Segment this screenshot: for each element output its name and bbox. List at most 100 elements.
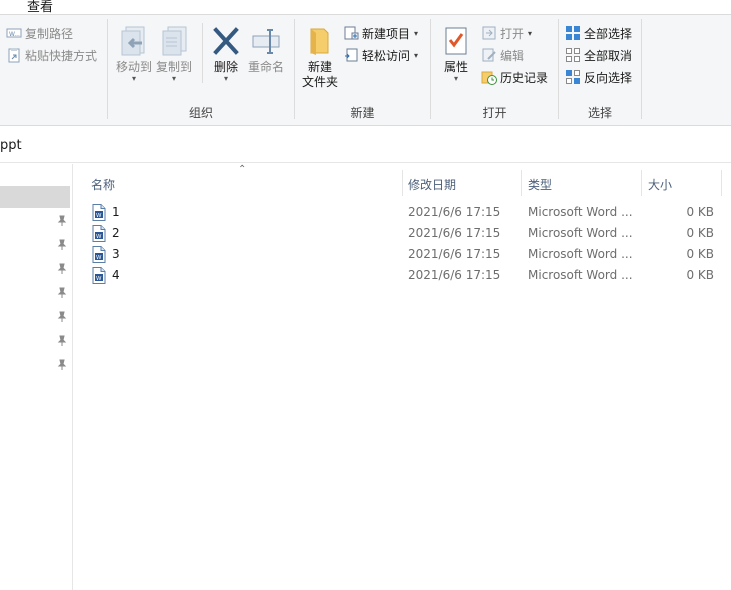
history-button[interactable]: 历史记录	[481, 67, 548, 87]
rename-icon	[250, 25, 282, 57]
select-none-label: 全部取消	[584, 48, 633, 63]
delete-button[interactable]: 删除 ▾	[206, 25, 246, 83]
easy-access-button[interactable]: 轻松访问 ▾	[343, 45, 418, 65]
open-button[interactable]: 打开 ▾	[481, 23, 532, 43]
select-none-icon	[565, 47, 581, 63]
column-divider[interactable]	[402, 170, 403, 196]
invert-selection-label: 反向选择	[584, 70, 633, 85]
column-header-name[interactable]: 名称	[91, 165, 399, 199]
pin-icon[interactable]	[56, 335, 68, 347]
edit-icon	[481, 47, 497, 63]
address-bar[interactable]: ppt	[0, 127, 731, 163]
organize-group-label: 组织	[188, 106, 213, 120]
new-item-button[interactable]: 新建项目 ▾	[343, 23, 418, 43]
svg-text:W: W	[96, 255, 102, 261]
column-header-type[interactable]: 类型	[528, 165, 640, 199]
select-all-button[interactable]: 全部选择	[565, 23, 632, 43]
file-row[interactable]: W 2 2021/6/6 17:15 Microsoft Word ... 0 …	[88, 223, 728, 244]
paste-shortcut-icon	[6, 47, 22, 63]
pin-icon[interactable]	[56, 311, 68, 323]
pin-icon[interactable]	[56, 263, 68, 275]
pin-icon[interactable]	[56, 215, 68, 227]
word-document-icon: W	[92, 225, 106, 242]
easy-access-icon	[343, 47, 359, 63]
organize-group: 移动到 ▾ 复制到 ▾ 删除 ▾ 重命名 组织	[108, 15, 294, 125]
pin-icon[interactable]	[56, 287, 68, 299]
copy-to-icon	[158, 25, 190, 57]
new-group: 新建 文件夹 新建项目 ▾ 轻松访问 ▾ 新建	[295, 15, 430, 125]
easy-access-label: 轻松访问	[362, 48, 411, 63]
select-all-icon	[565, 25, 581, 41]
delete-label: 删除	[213, 60, 238, 74]
nav-selected-item[interactable]	[0, 186, 70, 208]
rename-button[interactable]: 重命名	[246, 25, 286, 75]
file-size: 0 KB	[686, 205, 714, 219]
new-folder-label-line2: 文件夹	[301, 75, 338, 89]
properties-checklist-icon	[440, 25, 472, 57]
chevron-down-icon: ▾	[453, 74, 458, 83]
move-to-button[interactable]: 移动到 ▾	[112, 25, 156, 83]
file-date: 2021/6/6 17:15	[408, 268, 501, 282]
pin-icon[interactable]	[56, 239, 68, 251]
paste-shortcut-label: 粘贴快捷方式	[25, 48, 98, 63]
file-size: 0 KB	[686, 247, 714, 261]
paste-shortcut-button[interactable]: 粘贴快捷方式	[6, 45, 97, 65]
clipboard-group: W... 复制路径 粘贴快捷方式	[0, 15, 108, 125]
pin-icon[interactable]	[56, 359, 68, 371]
column-header-size[interactable]: 大小	[648, 165, 720, 199]
copy-to-label: 复制到	[155, 60, 192, 74]
chevron-down-icon: ▾	[171, 74, 176, 83]
file-date: 2021/6/6 17:15	[408, 247, 501, 261]
column-divider[interactable]	[641, 170, 642, 196]
tab-view[interactable]: 查看	[27, 0, 53, 15]
ribbon-separator	[641, 19, 642, 119]
file-row[interactable]: W 4 2021/6/6 17:15 Microsoft Word ... 0 …	[88, 265, 728, 286]
properties-label: 属性	[443, 60, 468, 74]
chevron-down-icon: ▾	[414, 50, 419, 60]
delete-x-icon	[210, 25, 242, 57]
edit-label: 编辑	[500, 48, 525, 63]
chevron-down-icon: ▾	[414, 28, 419, 38]
invert-selection-button[interactable]: 反向选择	[565, 67, 632, 87]
chevron-down-icon: ▾	[223, 74, 228, 83]
column-divider[interactable]	[721, 170, 722, 196]
navigation-pane	[0, 164, 73, 590]
svg-text:W: W	[96, 234, 102, 240]
ribbon-separator	[202, 23, 203, 83]
file-row[interactable]: W 1 2021/6/6 17:15 Microsoft Word ... 0 …	[88, 202, 728, 223]
open-group: 属性 ▾ 打开 ▾ 编辑 历史记录 打开	[431, 15, 558, 125]
select-group: 全部选择 全部取消 反向选择 选择	[559, 15, 641, 125]
new-folder-label-line1: 新建	[307, 60, 332, 74]
history-label: 历史记录	[500, 70, 549, 85]
svg-text:W...: W...	[9, 31, 20, 38]
word-document-icon: W	[92, 267, 106, 284]
copy-to-button[interactable]: 复制到 ▾	[154, 25, 194, 83]
file-size: 0 KB	[686, 226, 714, 240]
move-to-label: 移动到	[115, 60, 152, 74]
file-type: Microsoft Word ...	[528, 268, 633, 282]
ribbon: W... 复制路径 粘贴快捷方式 移动到 ▾ 复制到 ▾ 删除 ▾ 重命名 组织…	[0, 14, 731, 126]
open-label: 打开	[500, 26, 525, 41]
rename-label: 重命名	[247, 60, 284, 74]
address-path: ppt	[0, 138, 22, 153]
select-none-button[interactable]: 全部取消	[565, 45, 632, 65]
folder-icon	[304, 25, 336, 57]
column-divider[interactable]	[521, 170, 522, 196]
copy-path-button[interactable]: W... 复制路径	[6, 23, 73, 43]
file-size: 0 KB	[686, 268, 714, 282]
chevron-down-icon: ▾	[528, 28, 533, 38]
move-to-icon	[118, 25, 150, 57]
open-group-label: 打开	[482, 106, 507, 120]
copy-path-icon: W...	[6, 25, 22, 41]
chevron-down-icon: ▾	[131, 74, 136, 83]
file-row[interactable]: W 3 2021/6/6 17:15 Microsoft Word ... 0 …	[88, 244, 728, 265]
properties-button[interactable]: 属性 ▾	[437, 25, 475, 83]
select-all-label: 全部选择	[584, 26, 633, 41]
column-header-date[interactable]: 修改日期	[408, 165, 520, 199]
file-type: Microsoft Word ...	[528, 247, 633, 261]
new-folder-button[interactable]: 新建 文件夹	[299, 25, 341, 90]
svg-text:W: W	[96, 276, 102, 282]
edit-button[interactable]: 编辑	[481, 45, 524, 65]
new-item-icon	[343, 25, 359, 41]
new-item-label: 新建项目	[362, 26, 411, 41]
